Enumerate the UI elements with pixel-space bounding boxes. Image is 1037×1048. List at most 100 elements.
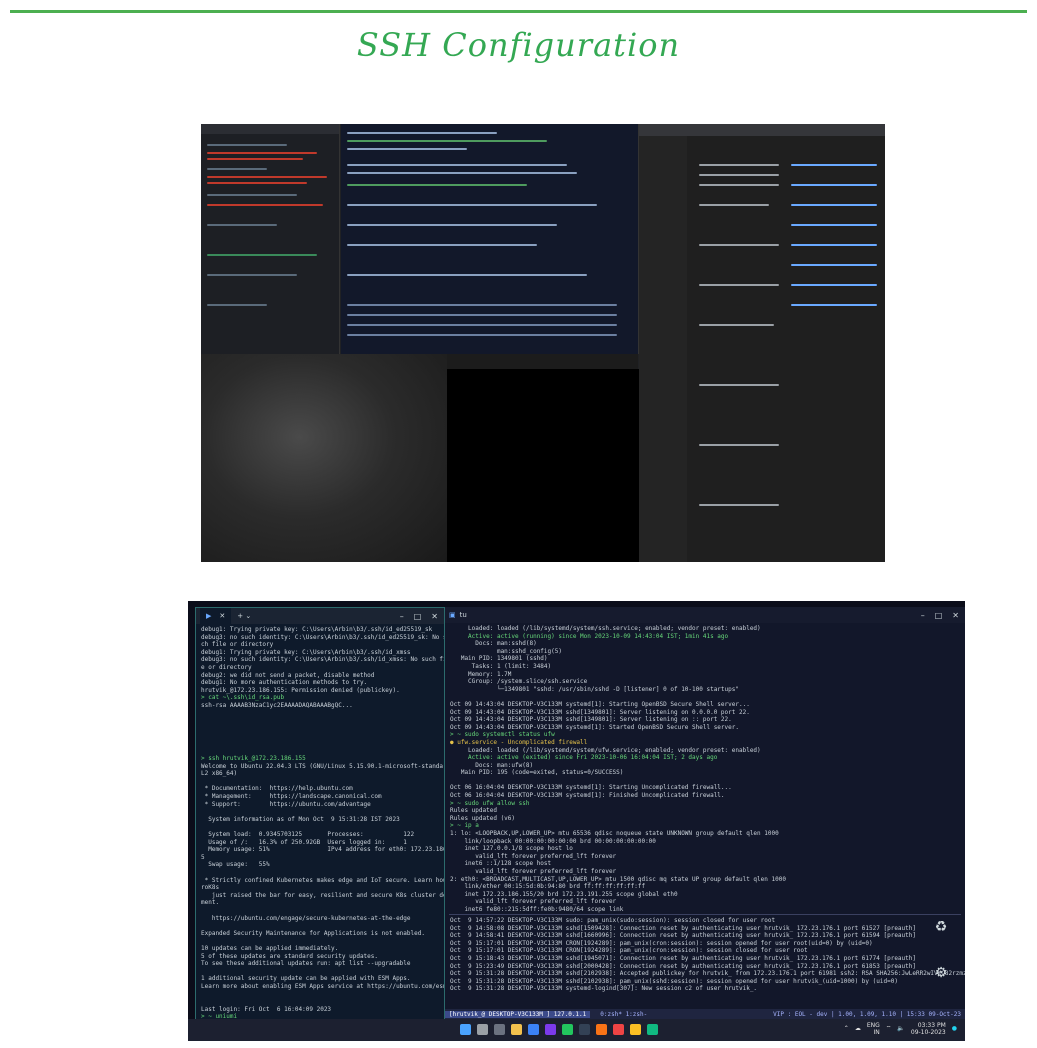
terminal-line: Rules updated xyxy=(450,807,497,815)
terminal-line: e or directory xyxy=(201,663,252,671)
terminal-line: Oct 9 15:18:43 DESKTOP-V3C133M sshd[1945… xyxy=(450,954,916,962)
terminal-line: Oct 9 15:17:01 DESKTOP-V3C133M CRON[1924… xyxy=(450,947,808,955)
terminal-line: Last login: Fri Oct 6 16:04:09 2023 xyxy=(201,1005,332,1013)
windows-taskbar: ⌃ ☁ ENG IN ⌔ 🔈 03:33 PM 09-10-2023 ● xyxy=(188,1019,965,1041)
terminal-titlebar: ▶ ✕ + ⌄ – □ ✕ xyxy=(196,608,444,624)
terminal-line: inet6 ::1/128 scope host xyxy=(450,860,552,868)
app-icon-2[interactable] xyxy=(630,1024,641,1035)
terminal-line: Oct 9 15:17:01 DESKTOP-V3C133M CRON[1924… xyxy=(450,939,873,947)
terminal-line: Oct 9 15:31:28 DESKTOP-V3C133M sshd[2102… xyxy=(450,970,965,978)
terminal-line: * Documentation: https://help.ubuntu.com xyxy=(201,785,353,793)
terminal-line: Loaded: loaded (/lib/systemd/system/ufw.… xyxy=(450,746,761,754)
terminal-line: ● ufw.service - Uncomplicated firewall xyxy=(450,738,588,746)
terminal-line: 1 additional security update can be appl… xyxy=(201,975,411,983)
terminal-line: Active: active (exited) since Fri 2023-1… xyxy=(450,754,718,762)
terminal-window-left xyxy=(201,124,340,354)
terminal-icon[interactable] xyxy=(579,1024,590,1035)
terminal-line: Welcome to Ubuntu 22.04.3 LTS (GNU/Linux… xyxy=(201,762,444,770)
system-tray[interactable]: ⌃ ☁ ENG IN ⌔ 🔈 03:33 PM 09-10-2023 ● xyxy=(844,1022,957,1036)
terminal-line: hrutvik_@172.23.186.155: Permission deni… xyxy=(201,686,400,694)
terminal-line: * Management: https://landscape.canonica… xyxy=(201,793,382,801)
chevron-up-icon[interactable]: ⌃ xyxy=(844,1025,849,1033)
terminal-line: Usage of /: 16.3% of 250.92GB Users logg… xyxy=(201,838,407,846)
vscode-icon[interactable] xyxy=(528,1024,539,1035)
terminal-line: Oct 9 15:31:28 DESKTOP-V3C133M sshd[2102… xyxy=(450,977,898,985)
settings-shortcut-icon[interactable]: ⚙ xyxy=(931,965,951,985)
terminal-tabbar xyxy=(201,124,339,134)
terminal-output-right: Loaded: loaded (/lib/systemd/system/ssh.… xyxy=(445,623,965,914)
edge-icon[interactable] xyxy=(562,1024,573,1035)
black-area xyxy=(447,369,639,562)
terminal-line: 1: lo: <LOOPBACK,UP,LOWER_UP> mtu 65536 … xyxy=(450,830,779,838)
terminal-line: └─1349801 "sshd: /usr/sbin/sshd -D [list… xyxy=(450,685,739,693)
terminal-line: System information as of Mon Oct 9 15:31… xyxy=(201,815,400,823)
minimize-icon[interactable]: – xyxy=(921,611,925,620)
start-icon[interactable] xyxy=(460,1024,471,1035)
terminal-line: Docs: man:sshd(8) xyxy=(450,640,537,648)
terminal-line: Oct 9 15:23:49 DESKTOP-V3C133M sshd[2000… xyxy=(450,962,916,970)
close-tab-icon[interactable]: ✕ xyxy=(219,612,225,620)
auth-log-pane: Oct 9 14:57:22 DESKTOP-V3C133M sudo: pam… xyxy=(445,915,965,1005)
recycle-bin-icon[interactable]: ♻ xyxy=(931,919,951,939)
close-icon[interactable]: ✕ xyxy=(952,611,959,620)
terminal-line: > ~ sudo ufw allow ssh xyxy=(450,799,530,807)
terminal-line: Main PID: 1349801 (sshd) xyxy=(450,655,548,663)
browser-sidebar xyxy=(639,136,687,562)
terminal-line: ch file or directory xyxy=(201,641,274,649)
page-title: SSH Configuration xyxy=(356,26,681,64)
taskbar-apps xyxy=(460,1024,658,1035)
maximize-icon[interactable]: □ xyxy=(414,612,422,621)
terminal-window-middle xyxy=(341,124,639,354)
maximize-icon[interactable]: □ xyxy=(935,611,943,620)
terminal-line: debug1: Trying private key: C:\Users\Arb… xyxy=(201,626,433,633)
terminal-line: inet6 fe80::215:5dff:fe0b:9480/64 scope … xyxy=(450,905,624,913)
terminal-line: Memory: 1.7M xyxy=(450,670,512,678)
terminal-line: * Support: https://ubuntu.com/advantage xyxy=(201,800,371,808)
search-icon[interactable] xyxy=(477,1024,488,1035)
terminal-line: debug1: No more authentication methods t… xyxy=(201,679,368,687)
task-view-icon[interactable] xyxy=(494,1024,505,1035)
terminal-line: To see these additional updates run: apt… xyxy=(201,960,411,968)
cloud-icon: ☁ xyxy=(854,1025,861,1032)
tmux-status-bar: [hrutvik_@ DESKTOP-V3C133M ] 127.0.1.1 0… xyxy=(445,1009,965,1019)
app-icon-3[interactable] xyxy=(647,1024,658,1035)
app-icon[interactable] xyxy=(545,1024,556,1035)
terminal-line: Rules updated (v6) xyxy=(450,814,516,822)
terminal-line: Memory usage: 51% IPv4 address for eth0:… xyxy=(201,846,444,854)
status-host: [hrutvik_@ DESKTOP-V3C133M ] 127.0.1.1 xyxy=(445,1010,591,1018)
screenshot-desktop-overview xyxy=(201,124,885,562)
terminal-line: Expanded Security Maintenance for Applic… xyxy=(201,929,425,937)
terminal-line: debug3: no such identity: C:\Users\Arbin… xyxy=(201,633,444,641)
terminal-line: Oct 09 14:43:04 DESKTOP-V3C133M sshd[134… xyxy=(450,708,750,716)
explorer-icon[interactable] xyxy=(511,1024,522,1035)
close-icon[interactable]: ✕ xyxy=(431,612,438,621)
chrome-icon[interactable] xyxy=(613,1024,624,1035)
clock-date: 09-10-2023 xyxy=(910,1029,946,1036)
terminal-line: Main PID: 195 (code=exited, status=0/SUC… xyxy=(450,769,624,777)
status-windows: 0:zsh* 1:zsh- xyxy=(600,1010,648,1018)
terminal-line: * Strictly confined Kubernetes makes edg… xyxy=(201,876,444,884)
terminal-line: inet 172.23.186.155/20 brd 172.23.191.25… xyxy=(450,890,678,898)
terminal-line: man:sshd_config(5) xyxy=(450,647,562,655)
terminal-line: valid_lft forever preferred_lft forever xyxy=(450,898,617,906)
terminal-line: ment. xyxy=(201,899,220,907)
minimize-icon[interactable]: – xyxy=(400,612,404,621)
notification-icon[interactable]: ● xyxy=(952,1025,957,1033)
terminal-line: L2 x86_64) xyxy=(201,770,238,778)
terminal-titlebar: ▣ tu – □ ✕ xyxy=(445,607,965,623)
terminal-tab[interactable]: ▶ ✕ xyxy=(200,608,232,624)
new-tab-icon[interactable]: + ⌄ xyxy=(237,612,251,620)
brave-icon[interactable] xyxy=(596,1024,607,1035)
